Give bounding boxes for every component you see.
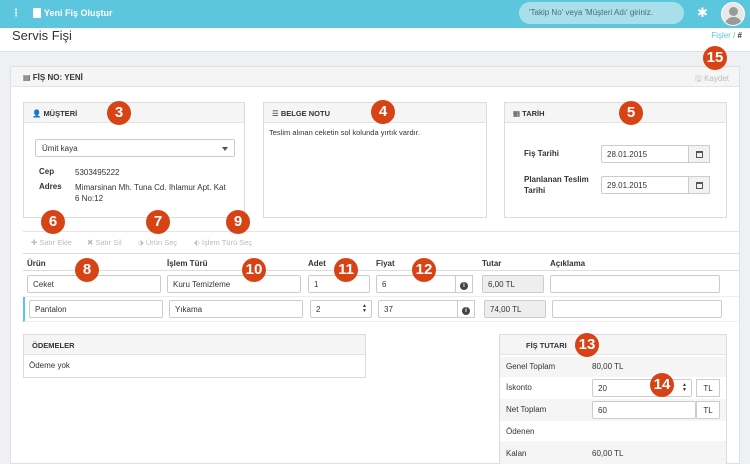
search-input[interactable] <box>519 2 684 24</box>
date-panel: ▦ TARİH Fiş Tarihi Planlanan TeslimTarih… <box>504 102 727 218</box>
column-header-adet: Adet <box>308 259 326 268</box>
price-input[interactable] <box>378 300 458 318</box>
calendar-icon <box>695 182 703 189</box>
discount-unit: TL <box>696 379 720 397</box>
net-total-label: Net Toplam <box>506 405 547 414</box>
receipt-header: ▤ FİŞ NO: YENİ 🖫 Kaydet <box>11 67 739 87</box>
planned-date-input[interactable] <box>601 176 689 194</box>
receipt-total-header: FİŞ TUTARI <box>500 335 726 355</box>
discount-input[interactable] <box>592 379 692 397</box>
annotation-badge: 12 <box>412 258 436 282</box>
net-total-unit: TL <box>696 401 720 419</box>
annotation-badge: 15 <box>703 46 727 70</box>
breadcrumb-current: # <box>737 31 742 40</box>
calendar-icon <box>695 151 703 158</box>
top-navbar: ⋮ Yeni Fiş Oluştur ✱ <box>0 0 750 28</box>
column-header-fiyat: Fiyat <box>376 259 395 268</box>
breadcrumb: Fişler / # <box>711 31 742 40</box>
annotation-badge: 8 <box>75 258 99 282</box>
info-icon: i <box>462 307 470 315</box>
net-total-input[interactable] <box>592 401 696 419</box>
receipt-date-picker[interactable] <box>688 145 710 163</box>
annotation-badge: 3 <box>107 101 131 125</box>
stepper-arrows-icon[interactable]: ▲ ▼ <box>682 383 687 393</box>
annotation-badge: 11 <box>334 258 358 282</box>
phone-label: Cep <box>39 167 55 176</box>
service-type-input[interactable] <box>167 275 301 293</box>
document-icon <box>33 8 41 18</box>
add-row-button[interactable]: ✚ Satır Ekle <box>31 238 72 247</box>
phone-value: 5303495222 <box>75 168 120 177</box>
receipt-date-input[interactable] <box>601 145 689 163</box>
table-row[interactable]: ▲▼ i 74,00 TL <box>23 297 739 322</box>
breadcrumb-separator: / <box>733 31 736 40</box>
chevron-down-icon <box>222 147 228 151</box>
payments-panel-header: ÖDEMELER <box>24 335 365 355</box>
column-header-urun: Ürün <box>27 259 46 268</box>
save-button[interactable]: 🖫 Kaydet <box>695 73 729 87</box>
annotation-badge: 6 <box>41 210 65 234</box>
grand-total-value: 80,00 TL <box>592 362 624 371</box>
avatar[interactable] <box>721 2 745 26</box>
planned-date-picker[interactable] <box>688 176 710 194</box>
note-textarea[interactable]: Teslim alınan ceketin sol kolunda yırtık… <box>264 123 486 217</box>
app-title: Yeni Fiş Oluştur <box>44 8 113 18</box>
menu-icon[interactable]: ⋮ <box>11 8 21 19</box>
select-service-type-button[interactable]: ⬖ İşlem Türü Seç <box>194 238 252 247</box>
address-label: Adres <box>39 182 62 191</box>
remaining-row: Kalan 60,00 TL <box>500 441 726 464</box>
description-input[interactable] <box>552 300 722 318</box>
breadcrumb-link-fisler[interactable]: Fişler <box>711 31 731 40</box>
receipt-form: ▤ FİŞ NO: YENİ 🖫 Kaydet 👤 MÜŞTERİ Ümit k… <box>10 66 740 464</box>
annotation-badge: 9 <box>226 210 250 234</box>
paid-row: Ödenen <box>500 421 726 441</box>
column-header-islem: İşlem Türü <box>167 259 208 268</box>
select-product-button[interactable]: ⬗ Ürün Seç <box>138 238 177 247</box>
price-info-button[interactable]: i <box>455 275 473 293</box>
annotation-badge: 13 <box>575 333 599 357</box>
annotation-badge: 7 <box>146 210 170 234</box>
annotation-badge: 5 <box>619 101 643 125</box>
address-value: Mimarsinan Mh. Tuna Cd. Ihlamur Apt. Kat… <box>75 183 226 203</box>
column-header-aciklama: Açıklama <box>550 259 586 268</box>
grand-total-label: Genel Toplam <box>506 362 556 371</box>
price-info-button[interactable]: i <box>457 300 475 318</box>
annotation-badge: 4 <box>371 100 395 124</box>
paid-label: Ödenen <box>506 427 535 436</box>
grand-total-row: Genel Toplam 80,00 TL <box>500 357 726 377</box>
customer-select[interactable]: Ümit kaya <box>35 139 235 157</box>
remaining-label: Kalan <box>506 449 527 458</box>
annotation-badge: 14 <box>650 373 674 397</box>
receipt-number-label: ▤ FİŞ NO: YENİ <box>23 73 83 82</box>
table-row[interactable]: i 6,00 TL <box>23 272 739 297</box>
settings-icon[interactable]: ✱ <box>697 5 708 21</box>
row-toolbar: ✚ Satır Ekle ✖ Satır Sil ⬗ Ürün Seç ⬖ İş… <box>23 231 739 253</box>
customer-panel: 👤 MÜŞTERİ Ümit kaya Cep 5303495222 Adres… <box>23 102 245 218</box>
receipt-total-panel: FİŞ TUTARI Genel Toplam 80,00 TL İskonto… <box>499 334 727 464</box>
stepper-arrows-icon[interactable]: ▲ ▼ <box>362 304 367 314</box>
remaining-value: 60,00 TL <box>592 449 624 458</box>
items-table-header: Ürün İşlem Türü Adet Fiyat Tutar Açıklam… <box>23 253 739 271</box>
payments-panel: ÖDEMELER Ödeme yok <box>23 334 366 378</box>
receipt-date-label: Fiş Tarihi <box>524 149 559 158</box>
product-input[interactable] <box>29 300 163 318</box>
description-input[interactable] <box>550 275 720 293</box>
line-total: 6,00 TL <box>482 275 544 293</box>
payments-empty-text: Ödeme yok <box>29 361 70 370</box>
discount-label: İskonto <box>506 383 532 392</box>
line-total: 74,00 TL <box>484 300 546 318</box>
discount-row: İskonto ▲▼ TL <box>500 377 726 399</box>
page-header: Servis Fişi Fişler / # <box>0 28 750 52</box>
planned-date-label: Planlanan Teslim Tarihi <box>524 175 589 195</box>
net-total-row: Net Toplam TL <box>500 399 726 421</box>
column-header-tutar: Tutar <box>482 259 502 268</box>
annotation-badge: 10 <box>242 258 266 282</box>
page-title: Servis Fişi <box>12 28 72 43</box>
customer-panel-header: 👤 MÜŞTERİ <box>24 103 244 123</box>
service-type-input[interactable] <box>169 300 303 318</box>
info-icon: i <box>460 282 468 290</box>
date-panel-header: ▦ TARİH <box>505 103 726 123</box>
delete-row-button[interactable]: ✖ Satır Sil <box>87 238 122 247</box>
